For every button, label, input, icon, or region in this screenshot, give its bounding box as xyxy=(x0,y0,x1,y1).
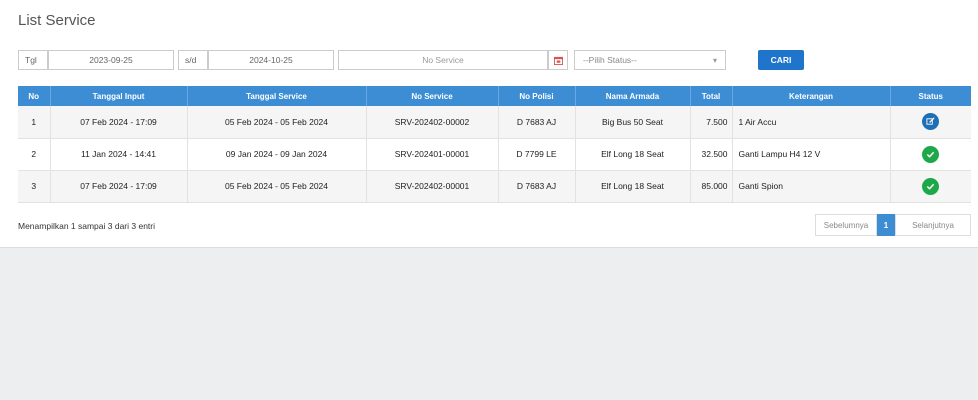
cell-no: 2 xyxy=(18,138,51,171)
cell-status xyxy=(890,106,971,139)
cell-total: 7.500 xyxy=(690,106,733,139)
header-no[interactable]: No xyxy=(18,86,51,106)
calendar-button[interactable] xyxy=(548,50,568,70)
cell-status xyxy=(890,170,971,203)
status-select-value: --Pilih Status-- xyxy=(583,55,637,65)
header-total[interactable]: Total xyxy=(690,86,733,106)
cell-status xyxy=(890,138,971,171)
date-from-label: Tgl xyxy=(18,50,48,70)
cell-tanggal-service: 05 Feb 2024 - 05 Feb 2024 xyxy=(187,170,367,203)
cell-tanggal-input: 07 Feb 2024 - 17:09 xyxy=(50,170,188,203)
cell-tanggal-input: 11 Jan 2024 - 14:41 xyxy=(50,138,188,171)
table-header-row: No Tanggal Input Tanggal Service No Serv… xyxy=(18,86,971,106)
cell-total: 85.000 xyxy=(690,170,733,203)
cari-button[interactable]: CARI xyxy=(758,50,804,70)
cell-total: 32.500 xyxy=(690,138,733,171)
filter-row: Tgl 2023-09-25 s/d 2024-10-25 No Service… xyxy=(18,49,804,71)
page-1-button[interactable]: 1 xyxy=(877,214,895,236)
header-tanggal-service[interactable]: Tanggal Service xyxy=(187,86,367,106)
table-row: 3 07 Feb 2024 - 17:09 05 Feb 2024 - 05 F… xyxy=(18,170,971,203)
cell-armada: Elf Long 18 Seat xyxy=(575,138,691,171)
header-tanggal-input[interactable]: Tanggal Input xyxy=(50,86,188,106)
status-select[interactable]: --Pilih Status-- ▾ xyxy=(574,50,726,70)
date-to-input[interactable]: 2024-10-25 xyxy=(208,50,334,70)
cell-armada: Elf Long 18 Seat xyxy=(575,170,691,203)
cell-no-polisi: D 7799 LE xyxy=(498,138,576,171)
cell-no: 1 xyxy=(18,106,51,139)
check-circle-icon xyxy=(922,145,940,163)
cell-no-service: SRV-202401-00001 xyxy=(366,138,499,171)
edit-icon[interactable] xyxy=(922,113,940,131)
cell-no-polisi: D 7683 AJ xyxy=(498,170,576,203)
cell-keterangan: 1 Air Accu xyxy=(732,106,891,139)
cell-tanggal-service: 05 Feb 2024 - 05 Feb 2024 xyxy=(187,106,367,139)
header-no-service[interactable]: No Service xyxy=(366,86,499,106)
cell-no: 3 xyxy=(18,170,51,203)
table-row: 1 07 Feb 2024 - 17:09 05 Feb 2024 - 05 F… xyxy=(18,106,971,139)
service-table: No Tanggal Input Tanggal Service No Serv… xyxy=(18,86,971,203)
cell-keterangan: Ganti Spion xyxy=(732,170,891,203)
cell-no-polisi: D 7683 AJ xyxy=(498,106,576,139)
pagination: Sebelumnya 1 Selanjutnya xyxy=(815,214,971,236)
prev-page-button[interactable]: Sebelumnya xyxy=(815,214,877,236)
date-to-label: s/d xyxy=(178,50,208,70)
page-title: List Service xyxy=(18,12,96,29)
next-page-button[interactable]: Selanjutnya xyxy=(895,214,971,236)
check-circle-icon xyxy=(922,177,940,195)
calendar-icon xyxy=(553,56,563,65)
header-nama-armada[interactable]: Nama Armada xyxy=(575,86,691,106)
header-no-polisi[interactable]: No Polisi xyxy=(498,86,576,106)
table-row: 2 11 Jan 2024 - 14:41 09 Jan 2024 - 09 J… xyxy=(18,138,971,171)
chevron-down-icon: ▾ xyxy=(712,55,717,65)
cell-keterangan: Ganti Lampu H4 12 V xyxy=(732,138,891,171)
header-keterangan[interactable]: Keterangan xyxy=(732,86,891,106)
service-number-input[interactable]: No Service xyxy=(338,50,548,70)
cell-armada: Big Bus 50 Seat xyxy=(575,106,691,139)
service-panel: List Service Tgl 2023-09-25 s/d 2024-10-… xyxy=(0,0,978,248)
table-info: Menampilkan 1 sampai 3 dari 3 entri xyxy=(18,221,156,231)
cell-tanggal-service: 09 Jan 2024 - 09 Jan 2024 xyxy=(187,138,367,171)
header-status[interactable]: Status xyxy=(890,86,971,106)
cell-no-service: SRV-202402-00002 xyxy=(366,106,499,139)
cell-no-service: SRV-202402-00001 xyxy=(366,170,499,203)
date-from-input[interactable]: 2023-09-25 xyxy=(48,50,174,70)
cell-tanggal-input: 07 Feb 2024 - 17:09 xyxy=(50,106,188,139)
